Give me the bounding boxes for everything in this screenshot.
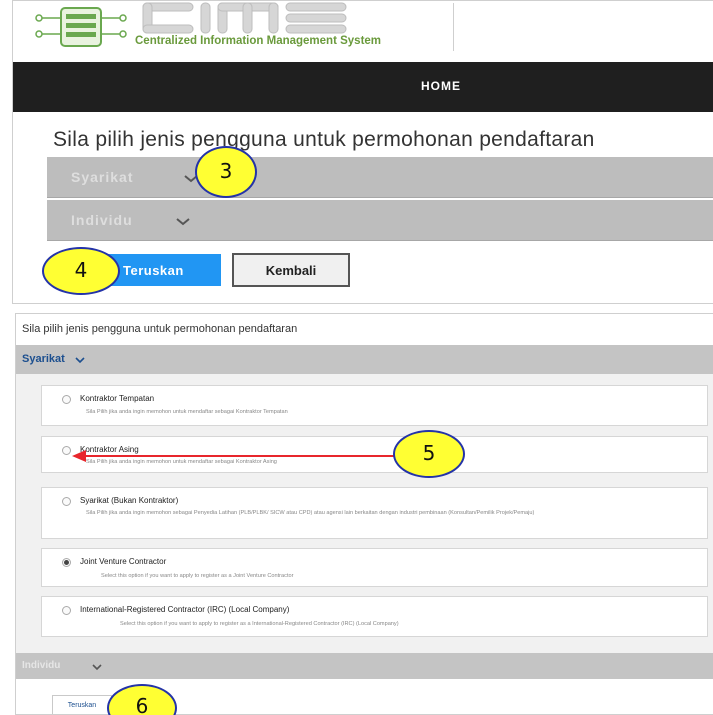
- radio-button[interactable]: [62, 395, 71, 404]
- radio-button[interactable]: [62, 606, 71, 615]
- section-syarikat-expanded[interactable]: Syarikat: [16, 345, 713, 374]
- chevron-down-icon: [75, 357, 85, 364]
- step-3-callout: 3: [195, 146, 257, 198]
- option-description: Sila Pilih jika anda ingin memohon untuk…: [86, 459, 277, 465]
- registration-type-panel: Centralized Information Management Syste…: [12, 0, 713, 304]
- brand: Centralized Information Management Syste…: [135, 1, 455, 51]
- option-syarikat-bukan-kontraktor[interactable]: Syarikat (Bukan Kontraktor) Sila Pilih j…: [41, 487, 708, 539]
- section-individu-collapsed[interactable]: Individu: [16, 653, 713, 679]
- option-description: Sila Pilih jika anda ingin memohon untuk…: [86, 409, 288, 415]
- chevron-down-icon: [92, 664, 102, 671]
- brand-subtitle: Centralized Information Management Syste…: [135, 35, 382, 47]
- options-title: Sila pilih jenis pengguna untuk permohon…: [22, 323, 298, 335]
- section-syarikat-label: Syarikat: [22, 353, 65, 365]
- option-irc-local-company[interactable]: International-Registered Contractor (IRC…: [41, 596, 708, 637]
- section-syarikat-label: Syarikat: [71, 169, 134, 185]
- option-title: Kontraktor Tempatan: [80, 394, 155, 403]
- radio-button[interactable]: [62, 446, 71, 455]
- page-title: Sila pilih jenis pengguna untuk permohon…: [53, 128, 595, 151]
- option-title: Joint Venture Contractor: [80, 557, 167, 566]
- section-individu-label: Individu: [71, 212, 133, 228]
- option-kontraktor-tempatan[interactable]: Kontraktor Tempatan Sila Pilih jika anda…: [41, 385, 708, 426]
- registration-options-panel: Sila pilih jenis pengguna untuk permohon…: [15, 313, 713, 715]
- top-navbar: HOME: [13, 62, 713, 112]
- chevron-down-icon: [176, 218, 190, 226]
- screenshot-stage: Centralized Information Management Syste…: [0, 0, 713, 715]
- step-4-callout: 4: [42, 247, 120, 295]
- radio-button-selected[interactable]: [62, 558, 71, 567]
- option-kontraktor-asing[interactable]: Kontraktor Asing Sila Pilih jika anda in…: [41, 436, 708, 473]
- section-syarikat[interactable]: Syarikat: [47, 157, 713, 198]
- section-individu-label: Individu: [22, 660, 61, 671]
- step-5-callout: 5: [393, 430, 465, 478]
- section-individu[interactable]: Individu: [47, 200, 713, 241]
- teruskan-button-small[interactable]: Teruskan: [52, 695, 112, 714]
- header-divider: [453, 3, 454, 51]
- option-title: International-Registered Contractor (IRC…: [80, 605, 290, 614]
- option-description: Select this option if you want to apply …: [101, 573, 294, 579]
- options-list: Kontraktor Tempatan Sila Pilih jika anda…: [16, 374, 713, 653]
- option-title: Syarikat (Bukan Kontraktor): [80, 496, 179, 505]
- kembali-button[interactable]: Kembali: [232, 253, 350, 287]
- radio-button[interactable]: [62, 497, 71, 506]
- option-joint-venture-contractor[interactable]: Joint Venture Contractor Select this opt…: [41, 548, 708, 587]
- option-title: Kontraktor Asing: [80, 445, 139, 454]
- option-description: Sila Pilih jika anda ingin memohon sebag…: [86, 510, 535, 516]
- cims-wordmark: [142, 2, 347, 34]
- option-description: Select this option if you want to apply …: [120, 621, 399, 627]
- nav-home-link[interactable]: HOME: [421, 79, 461, 93]
- cims-logo: [31, 4, 131, 50]
